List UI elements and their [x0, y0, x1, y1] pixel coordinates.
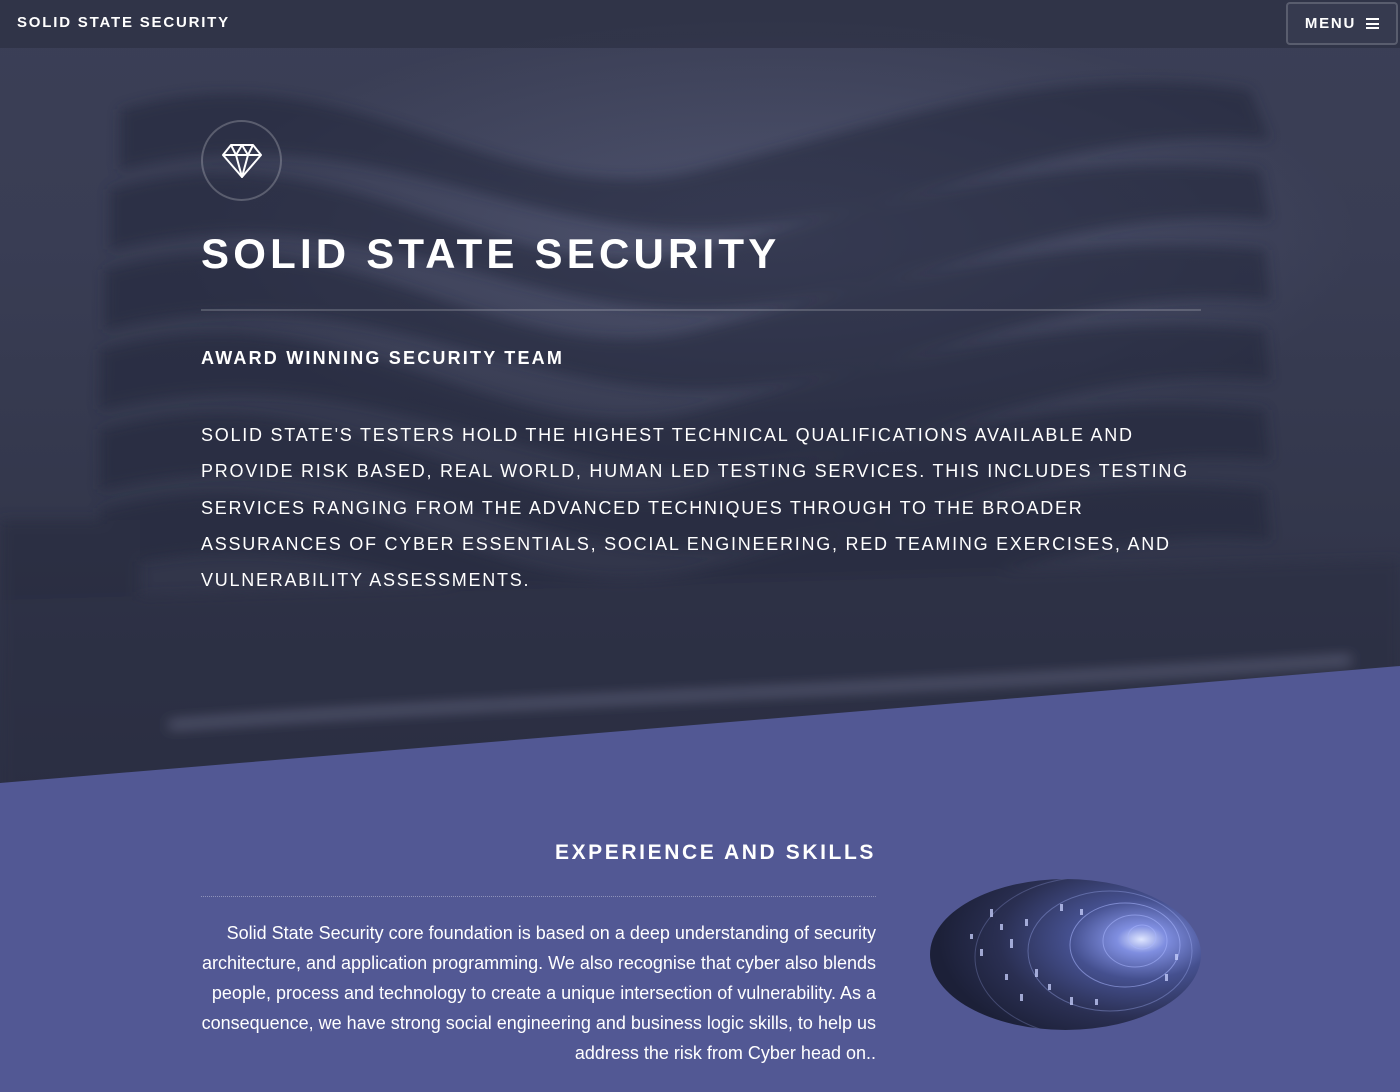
experience-divider: [201, 896, 876, 897]
building-background-image: [0, 81, 1400, 800]
top-header: SOLID STATE SECURITY MENU: [0, 0, 1400, 48]
hamburger-icon: [1366, 18, 1380, 29]
menu-label: MENU: [1304, 15, 1357, 32]
hero-description: Solid State's testers hold the highest t…: [201, 425, 1189, 591]
hero-subtitle: AWARD WINNING SECURITY TEAM: [201, 348, 565, 368]
diamond-icon: [221, 143, 262, 178]
hero-section: [0, 0, 1400, 800]
hero-divider: [201, 309, 1201, 311]
logo-badge: [201, 120, 282, 201]
brand-link[interactable]: SOLID STATE SECURITY: [17, 14, 230, 31]
hero-title: SOLID STATE SECURITY: [201, 230, 781, 277]
experience-title: EXPERIENCE AND SKILLS: [554, 841, 876, 864]
cyber-tunnel-image: [930, 879, 1201, 1030]
menu-button[interactable]: MENU: [1286, 2, 1398, 45]
experience-description: Solid State Security core foundation is …: [201, 923, 876, 1063]
